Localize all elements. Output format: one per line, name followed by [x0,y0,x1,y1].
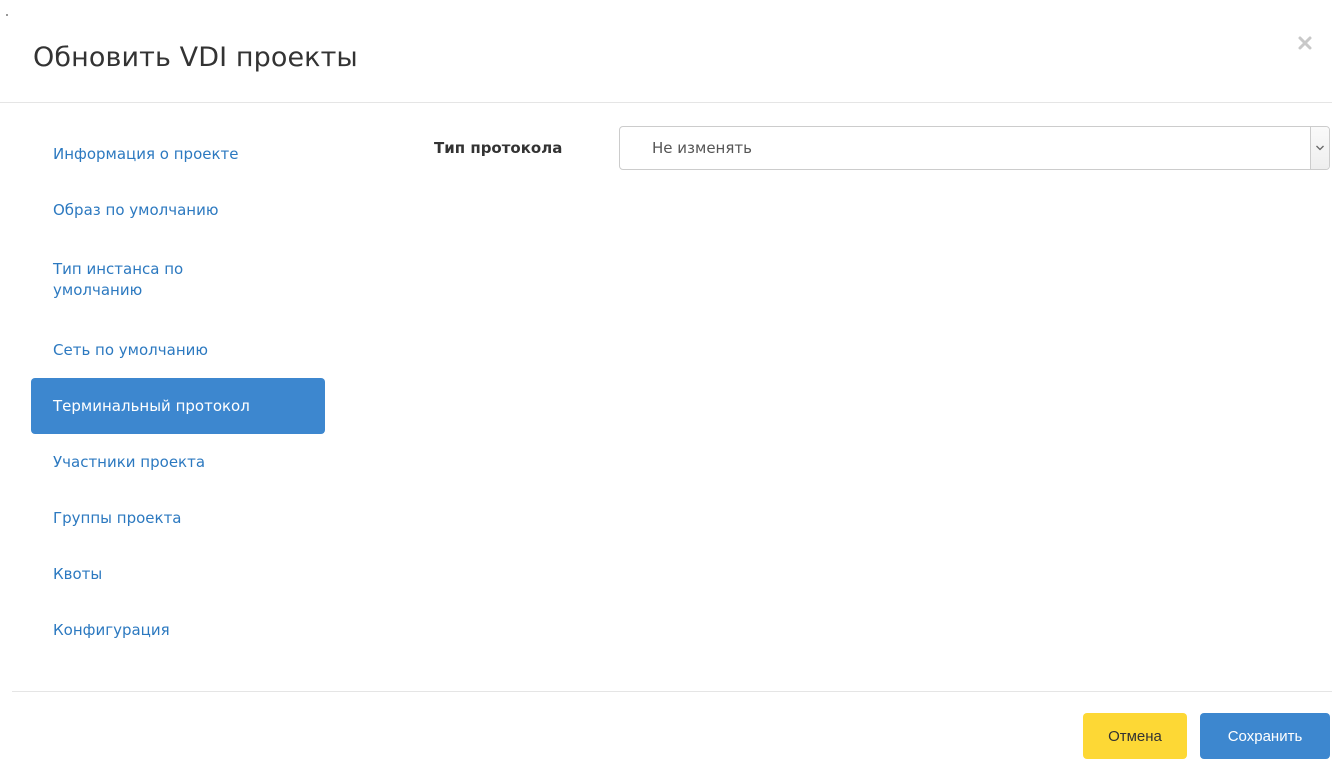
sidebar-item-label: Сеть по умолчанию [53,340,208,359]
close-button[interactable] [1292,30,1318,56]
sidebar-item-configuration[interactable]: Конфигурация [31,602,325,658]
sidebar-item-label: Квоты [53,564,103,583]
sidebar-item-label: Информация о проекте [53,144,239,163]
sidebar-item-label: Конфигурация [53,620,170,639]
update-vdi-projects-dialog: Обновить VDI проекты Информация о проект… [0,0,1332,773]
sidebar-item-label: Терминальный протокол [53,396,250,415]
sidebar-item-default-image[interactable]: Образ по умолчанию [31,182,325,238]
protocol-type-select[interactable]: Не изменять [619,126,1330,170]
cancel-button[interactable]: Отмена [1083,713,1187,759]
sidebar-item-project-members[interactable]: Участники проекта [31,434,325,490]
sidebar-item-label: Тип инстанса по умолчанию [53,260,184,299]
footer-divider [12,691,1332,692]
sidebar-item-terminal-protocol[interactable]: Терминальный протокол [31,378,325,434]
sidebar-item-project-info[interactable]: Информация о проекте [31,126,325,182]
save-button[interactable]: Сохранить [1200,713,1330,759]
protocol-type-label: Тип протокола [434,139,563,157]
sidebar-item-quotas[interactable]: Квоты [31,546,325,602]
sidebar-item-label: Образ по умолчанию [53,200,219,219]
dialog-title: Обновить VDI проекты [33,42,358,73]
sidebar-item-project-groups[interactable]: Группы проекта [31,490,325,546]
sidebar-item-label: Группы проекта [53,508,182,527]
close-icon [1297,35,1313,51]
sidebar-item-default-network[interactable]: Сеть по умолчанию [31,322,325,378]
sidebar-item-label: Участники проекта [53,452,206,471]
protocol-type-value: Не изменять [652,139,752,157]
workflow-sidebar: Информация о проекте Образ по умолчанию … [31,126,325,658]
chevron-down-icon [1310,127,1329,169]
dialog-header: Обновить VDI проекты [0,0,1332,103]
sidebar-item-default-flavor[interactable]: Тип инстанса по умолчанию [31,238,325,322]
